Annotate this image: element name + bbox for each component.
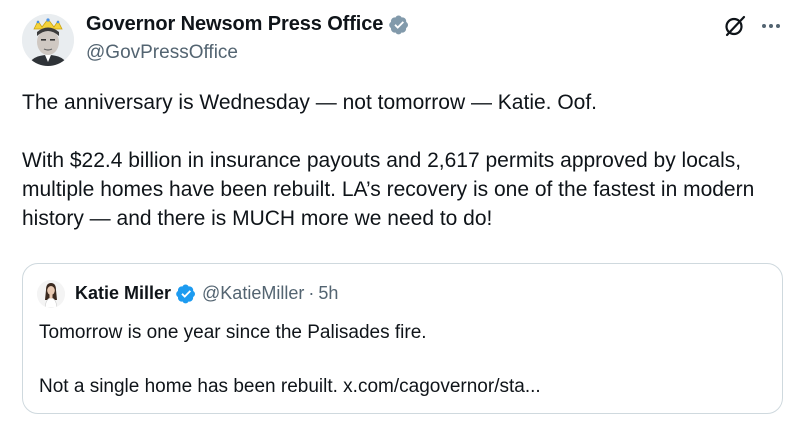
tweet-paragraph-2: With $22.4 billion in insurance payouts … bbox=[22, 149, 755, 230]
tweet-card: Governor Newsom Press Office @GovPressOf… bbox=[0, 0, 800, 428]
quoted-separator: · bbox=[308, 283, 315, 303]
quoted-text: Tomorrow is one year since the Palisades… bbox=[39, 319, 769, 400]
more-options-icon[interactable] bbox=[758, 14, 784, 38]
author-avatar-image bbox=[22, 14, 74, 66]
quoted-paragraph-2: Not a single home has been rebuilt. x.co… bbox=[39, 376, 541, 397]
quoted-author-avatar[interactable] bbox=[37, 280, 65, 308]
author-avatar[interactable] bbox=[22, 14, 74, 66]
quoted-author-avatar-image bbox=[37, 280, 65, 308]
tweet-paragraph-1: The anniversary is Wednesday — not tomor… bbox=[22, 91, 598, 114]
quoted-timestamp[interactable]: 5h bbox=[318, 283, 338, 304]
author-display-name[interactable]: Governor Newsom Press Office bbox=[86, 13, 383, 36]
author-handle[interactable]: @GovPressOffice bbox=[86, 42, 238, 64]
quoted-header: Katie Miller @KatieMiller · 5h bbox=[75, 283, 338, 304]
grok-icon[interactable] bbox=[723, 14, 747, 38]
quoted-tweet-card[interactable]: Katie Miller @KatieMiller · 5h Tomorrow … bbox=[22, 263, 783, 414]
quoted-display-name[interactable]: Katie Miller bbox=[75, 283, 171, 304]
quoted-paragraph-1: Tomorrow is one year since the Palisades… bbox=[39, 322, 427, 343]
blue-verified-badge-icon[interactable] bbox=[176, 284, 196, 304]
quoted-handle[interactable]: @KatieMiller bbox=[202, 283, 304, 304]
gray-verified-badge-icon[interactable] bbox=[389, 15, 409, 35]
author-name-row: Governor Newsom Press Office bbox=[86, 13, 409, 36]
tweet-text: The anniversary is Wednesday — not tomor… bbox=[22, 88, 782, 233]
